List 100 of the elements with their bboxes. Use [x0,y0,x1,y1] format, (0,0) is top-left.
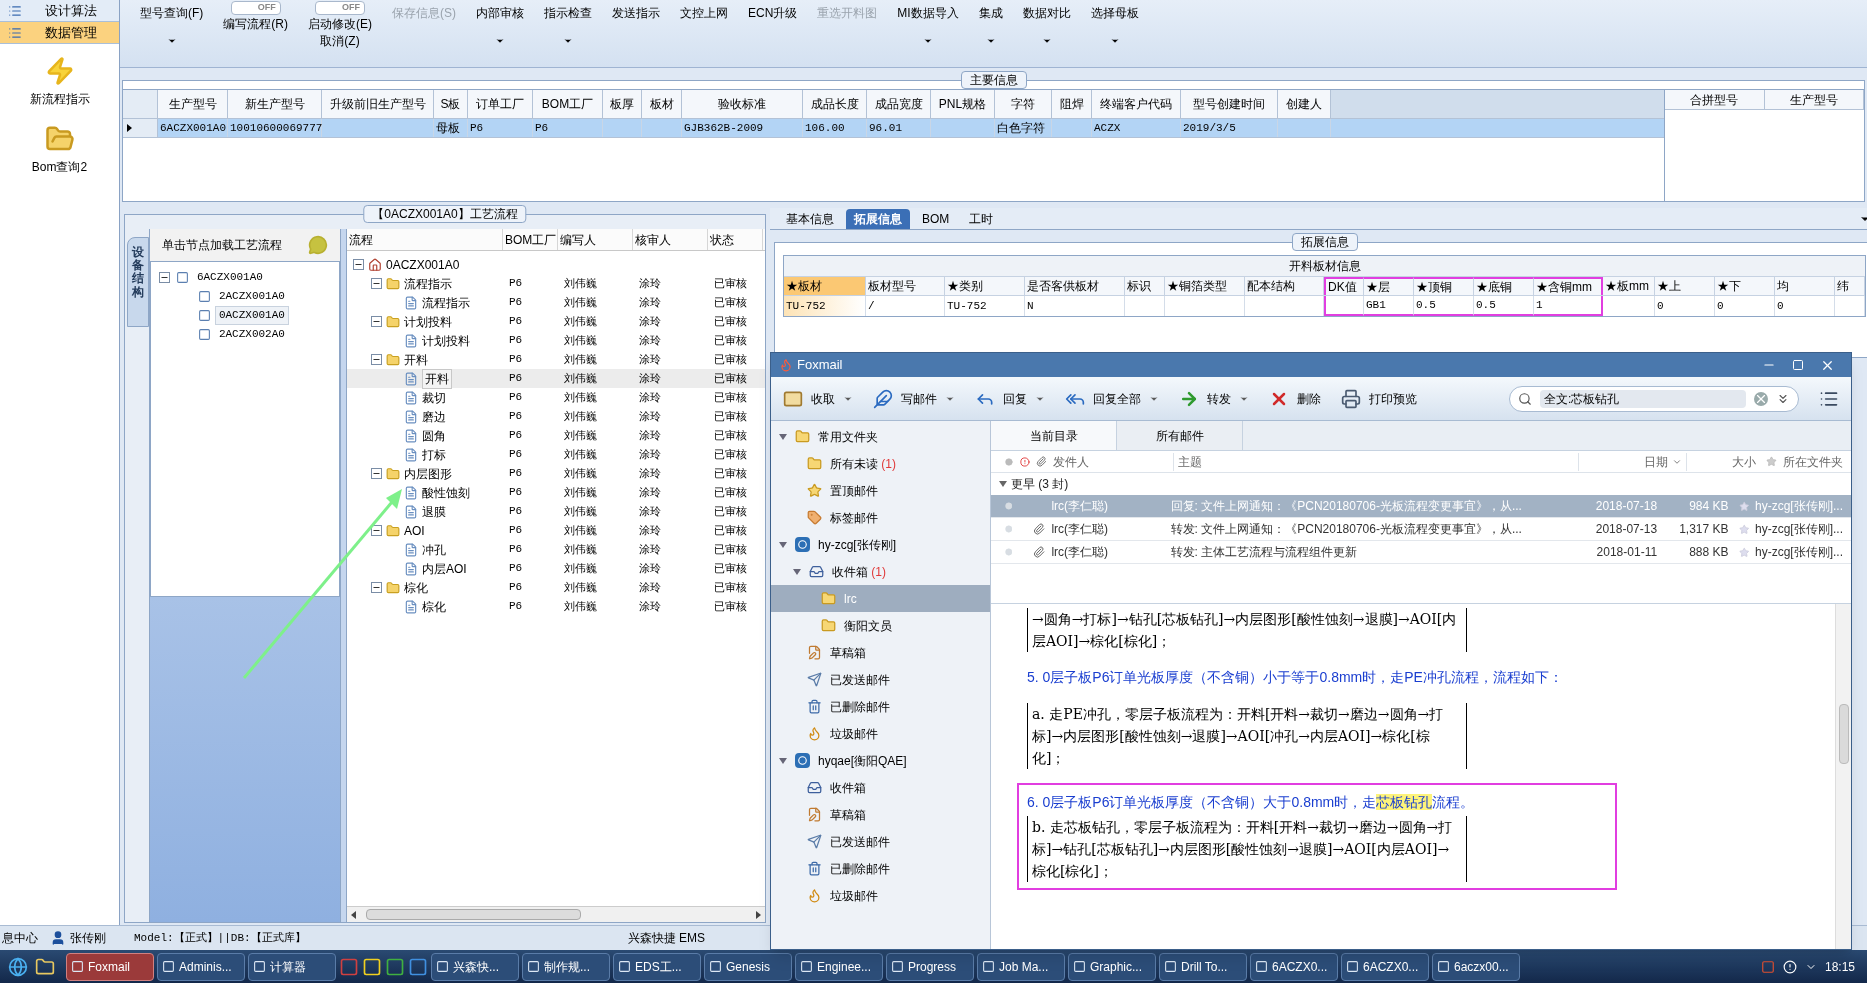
browser-icon[interactable] [8,956,28,977]
flow-row[interactable]: 计划投料 P6 刘伟巍 涂玲 已审核 [346,331,765,350]
column-header[interactable]: 新生产型号 [228,90,322,118]
toolbar-button[interactable]: 写邮件 [873,388,955,409]
tab[interactable]: 拓展信息 [846,209,910,229]
folder-item[interactable]: 收件箱 [771,774,990,801]
flow-row[interactable]: 裁切 P6 刘伟巍 涂玲 已审核 [346,388,765,407]
expand-toggle-icon[interactable] [370,525,382,536]
help-icon[interactable] [1782,959,1797,974]
column-header[interactable]: 板厚 [603,90,642,118]
taskbar-button[interactable]: 6aczx00... [1432,952,1520,981]
flow-row[interactable]: 流程指示 P6 刘伟巍 涂玲 已审核 [346,274,765,293]
expand-toggle-icon[interactable] [158,272,170,283]
horizontal-scrollbar[interactable] [346,906,765,922]
column-header[interactable]: 大小 [1686,452,1761,471]
folder-item[interactable]: 已发送邮件 [771,666,990,693]
flow-row[interactable]: 流程指示 P6 刘伟巍 涂玲 已审核 [346,293,765,312]
folder-item[interactable]: 所有未读 (1) [771,450,990,477]
column-header[interactable]: 终端客户代码 [1092,90,1181,118]
ribbon-command[interactable]: 文控上网 [672,0,736,50]
flow-row[interactable]: 棕化 P6 刘伟巍 涂玲 已审核 [346,578,765,597]
column-header[interactable]: DK值 [1324,277,1364,295]
folder-item[interactable]: 衡阳文员 [771,612,990,639]
column-header[interactable]: 核审人 [632,229,708,250]
column-header[interactable]: 验收标准 [682,90,803,118]
expand-toggle-icon[interactable] [352,259,364,270]
column-header[interactable]: 发件人 [1049,452,1173,471]
taskbar-button[interactable]: Adminis... [157,952,245,981]
column-header[interactable]: 主题 [1172,452,1578,471]
taskbar-button[interactable]: Graphic... [1068,952,1156,981]
tab[interactable]: 当前目录 [991,421,1117,450]
star-icon[interactable] [1738,500,1749,512]
column-header[interactable]: ★含铜mm [1534,277,1603,295]
taskbar-button[interactable]: 制作规... [522,952,610,981]
ribbon-command[interactable]: 集成 [970,0,1011,50]
side-tab[interactable]: 设备结构 [127,237,149,327]
ribbon-command[interactable]: 编写流程(R) [223,17,288,32]
column-header[interactable]: 阻焊 [1052,90,1092,118]
tree-node[interactable]: 0ACZX001A0 [214,306,289,325]
column-header[interactable]: ★层 [1364,277,1414,295]
table-row[interactable]: 6ACZX001A0 10010600069777 母板 P6 P6 GJB362B-2009 106.00 96.01 白色字符 ACZX 2019/3/5 [123,118,1664,138]
column-header[interactable]: 编写人 [557,229,633,250]
flow-row[interactable]: AOI P6 刘伟巍 涂玲 已审核 [346,521,765,540]
toolbar-button[interactable]: 删除 [1269,388,1321,409]
flow-row[interactable]: 磨边 P6 刘伟巍 涂玲 已审核 [346,407,765,426]
expand-arrow-icon[interactable] [793,567,801,576]
flow-row[interactable]: 冲孔 P6 刘伟巍 涂玲 已审核 [346,540,765,559]
taskbar-button[interactable]: 计算器 [248,952,336,981]
star-icon[interactable] [1738,523,1749,535]
column-header[interactable]: 升级前旧生产型号 [322,90,434,118]
flow-row[interactable]: 圆角 P6 刘伟巍 涂玲 已审核 [346,426,765,445]
folder-item[interactable]: 常用文件夹 [771,423,990,450]
tray-icon[interactable] [1760,959,1775,974]
app-icon[interactable] [408,956,428,977]
nav-tab[interactable]: 数据管理 [0,22,119,44]
launcher-button[interactable]: Bom查询2 [0,112,119,180]
column-header[interactable]: ★铜箔类型 [1165,277,1245,295]
expand-toggle-icon[interactable] [370,354,382,365]
collapse-arrow-icon[interactable] [999,480,1007,488]
taskbar-button[interactable]: 6ACZX0... [1250,952,1338,981]
column-header[interactable]: PNL规格 [931,90,995,118]
flow-row[interactable]: 内层AOI P6 刘伟巍 涂玲 已审核 [346,559,765,578]
message-row[interactable]: lrc(李仁聪) 转发: 文件上网通知：《PCN20180706-光板流程变更事宜》，从... 2018-07-13 1,317 KB hy-zcg[张传刚]... [991,518,1851,541]
maximize-icon[interactable] [1792,359,1804,371]
column-header[interactable]: 合拼型号 [1665,90,1765,109]
column-header[interactable]: 成品长度 [803,90,867,118]
column-header[interactable]: 生产型号 [158,90,228,118]
column-header[interactable]: S板 [434,90,468,118]
ribbon-command[interactable]: ECN升级 [740,0,806,50]
folder-item[interactable]: 垃圾邮件 [771,882,990,909]
column-header[interactable]: 配本结构 [1245,277,1324,295]
taskbar-button[interactable]: 兴森快... [431,952,519,981]
column-header[interactable]: 流程 [346,229,503,250]
expand-arrow-icon[interactable] [779,540,787,549]
flow-row[interactable]: 棕化 P6 刘伟巍 涂玲 已审核 [346,597,765,616]
star-icon[interactable] [1738,546,1749,558]
expand-toggle-icon[interactable] [370,278,382,289]
toggle-switch[interactable]: OFF [230,1,281,15]
column-header[interactable]: ★板材 [784,277,866,295]
ribbon-command[interactable]: 取消(Z) [320,34,360,49]
taskbar-button[interactable]: Progress [886,952,974,981]
ribbon-command[interactable]: 型号查询(F) [132,0,212,50]
folder-item[interactable]: 垃圾邮件 [771,720,990,747]
column-header[interactable]: ★下 [1715,277,1775,295]
ribbon-command[interactable]: 数据对比 [1014,0,1079,50]
app-icon[interactable] [385,956,405,977]
taskbar-button[interactable]: Drill To... [1159,952,1247,981]
column-header[interactable]: 创建人 [1278,90,1331,118]
column-header[interactable]: 标识 [1125,277,1165,295]
vertical-scrollbar[interactable] [1835,604,1851,949]
ribbon-command[interactable]: 启动修改(E) [308,17,372,32]
column-header[interactable]: 日期 [1644,452,1669,471]
nav-tab[interactable]: 设计算法 [0,0,119,22]
flow-row[interactable]: 酸性蚀刻 P6 刘伟巍 涂玲 已审核 [346,483,765,502]
tab[interactable]: 工时 [961,209,1002,229]
folder-item[interactable]: 已删除邮件 [771,693,990,720]
ribbon-command[interactable]: 发送指示 [604,0,668,50]
folder-item[interactable]: 收件箱 (1) [771,558,990,585]
folder-item[interactable]: hyqae[衡阳QAE] [771,747,990,774]
folder-icon[interactable] [35,956,55,977]
